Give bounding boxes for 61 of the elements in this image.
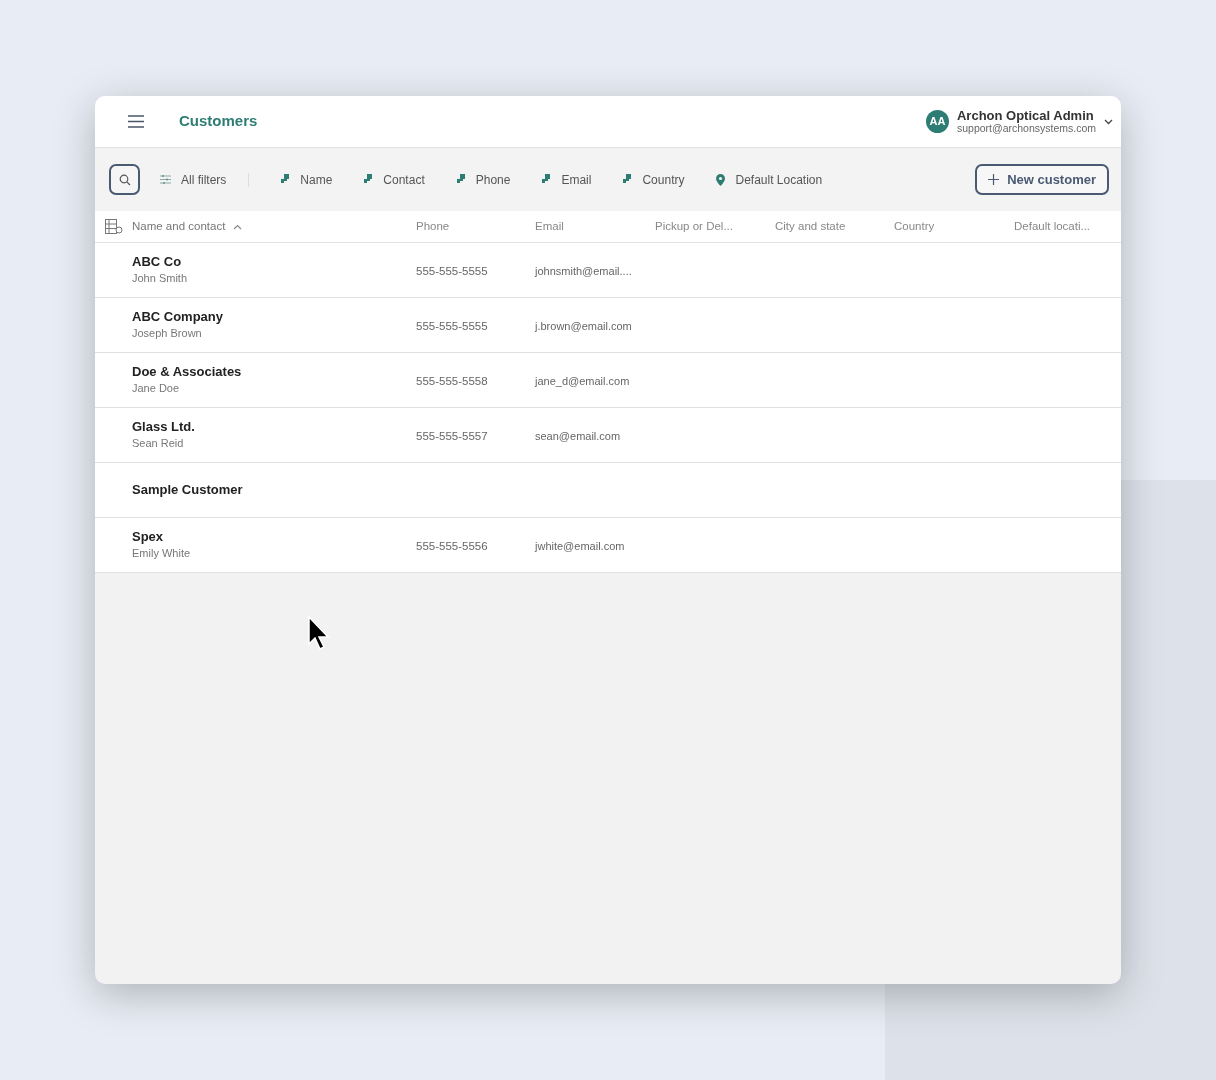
column-header[interactable]: Default locati...: [1014, 217, 1091, 236]
column-header[interactable]: Email: [535, 217, 564, 236]
filter-chip[interactable]: Name: [281, 170, 333, 189]
contact-name: Sean Reid: [132, 436, 185, 451]
email-cell: johnsmith@email....: [535, 265, 632, 277]
table-row[interactable]: Spex Emily White 555-555-5556 jwhite@email.com: [95, 518, 1121, 573]
table-row[interactable]: Glass Ltd. Sean Reid 555-555-5557 sean@email.com: [95, 408, 1121, 463]
phone-cell: 555-555-5555: [416, 320, 488, 332]
user-email: support@archonsystems.com: [956, 121, 1096, 134]
filter-chip[interactable]: Default Location: [716, 170, 823, 189]
search-icon: [118, 173, 131, 186]
phone-cell: 555-555-5555: [416, 265, 488, 277]
email-cell: j.brown@email.com: [535, 320, 632, 332]
table-row[interactable]: Doe & Associates Jane Doe 555-555-5558 jane_d@email.com: [95, 353, 1121, 408]
filter-chip[interactable]: Phone: [456, 170, 511, 189]
column-header[interactable]: Country: [894, 217, 935, 236]
menu-icon[interactable]: [128, 115, 144, 128]
column-header[interactable]: Pickup or Del...: [655, 217, 733, 236]
column-settings-icon[interactable]: [104, 219, 123, 234]
sliders-icon: [160, 175, 171, 184]
puzzle-icon: [281, 174, 291, 185]
phone-cell: 555-555-5558: [416, 375, 488, 387]
contact-name: Jane Doe: [132, 381, 181, 396]
filter-chip[interactable]: All filters: [160, 170, 227, 189]
email-cell: jwhite@email.com: [535, 540, 625, 552]
contact-name: John Smith: [132, 271, 189, 286]
puzzle-icon: [623, 174, 633, 185]
location-pin-icon: [716, 173, 726, 186]
filter-chip[interactable]: Email: [542, 170, 592, 189]
column-header[interactable]: Phone: [416, 217, 450, 236]
puzzle-icon: [542, 174, 552, 185]
puzzle-icon: [364, 174, 374, 185]
table-row[interactable]: Sample Customer: [95, 463, 1121, 518]
contact-name: Joseph Brown: [132, 326, 203, 341]
customer-name: Glass Ltd.: [132, 419, 196, 435]
table-row[interactable]: ABC Co John Smith 555-555-5555 johnsmith@email....: [95, 243, 1121, 298]
chevron-down-icon[interactable]: [1104, 118, 1113, 125]
phone-cell: 555-555-5556: [416, 540, 488, 552]
column-header[interactable]: City and state: [775, 217, 846, 236]
page-title: Customers: [179, 111, 258, 132]
plus-icon: [988, 174, 1000, 185]
mouse-cursor-icon: [308, 616, 330, 652]
new-customer-button[interactable]: New customer: [975, 164, 1109, 195]
customer-name: ABC Co: [132, 254, 183, 270]
filter-chip[interactable]: Country: [623, 170, 685, 189]
phone-cell: 555-555-5557: [416, 430, 488, 442]
user-name: Archon Optical Admin: [956, 109, 1094, 122]
search-button[interactable]: [109, 164, 140, 195]
sort-ascending-icon[interactable]: [233, 223, 243, 230]
filter-chip[interactable]: Contact: [364, 170, 425, 189]
customer-name: Doe & Associates: [132, 364, 243, 380]
email-cell: sean@email.com: [535, 430, 621, 442]
email-cell: jane_d@email.com: [535, 375, 630, 387]
column-header[interactable]: Name and contact: [132, 217, 226, 236]
customer-name: Sample Customer: [132, 482, 244, 498]
puzzle-icon: [456, 174, 466, 185]
user-avatar[interactable]: AA: [925, 110, 949, 133]
customer-name: ABC Company: [132, 309, 224, 325]
table-row[interactable]: ABC Company Joseph Brown 555-555-5555 j.brown@email.com: [95, 298, 1121, 353]
contact-name: Emily White: [132, 546, 192, 561]
customer-name: Spex: [132, 529, 165, 545]
